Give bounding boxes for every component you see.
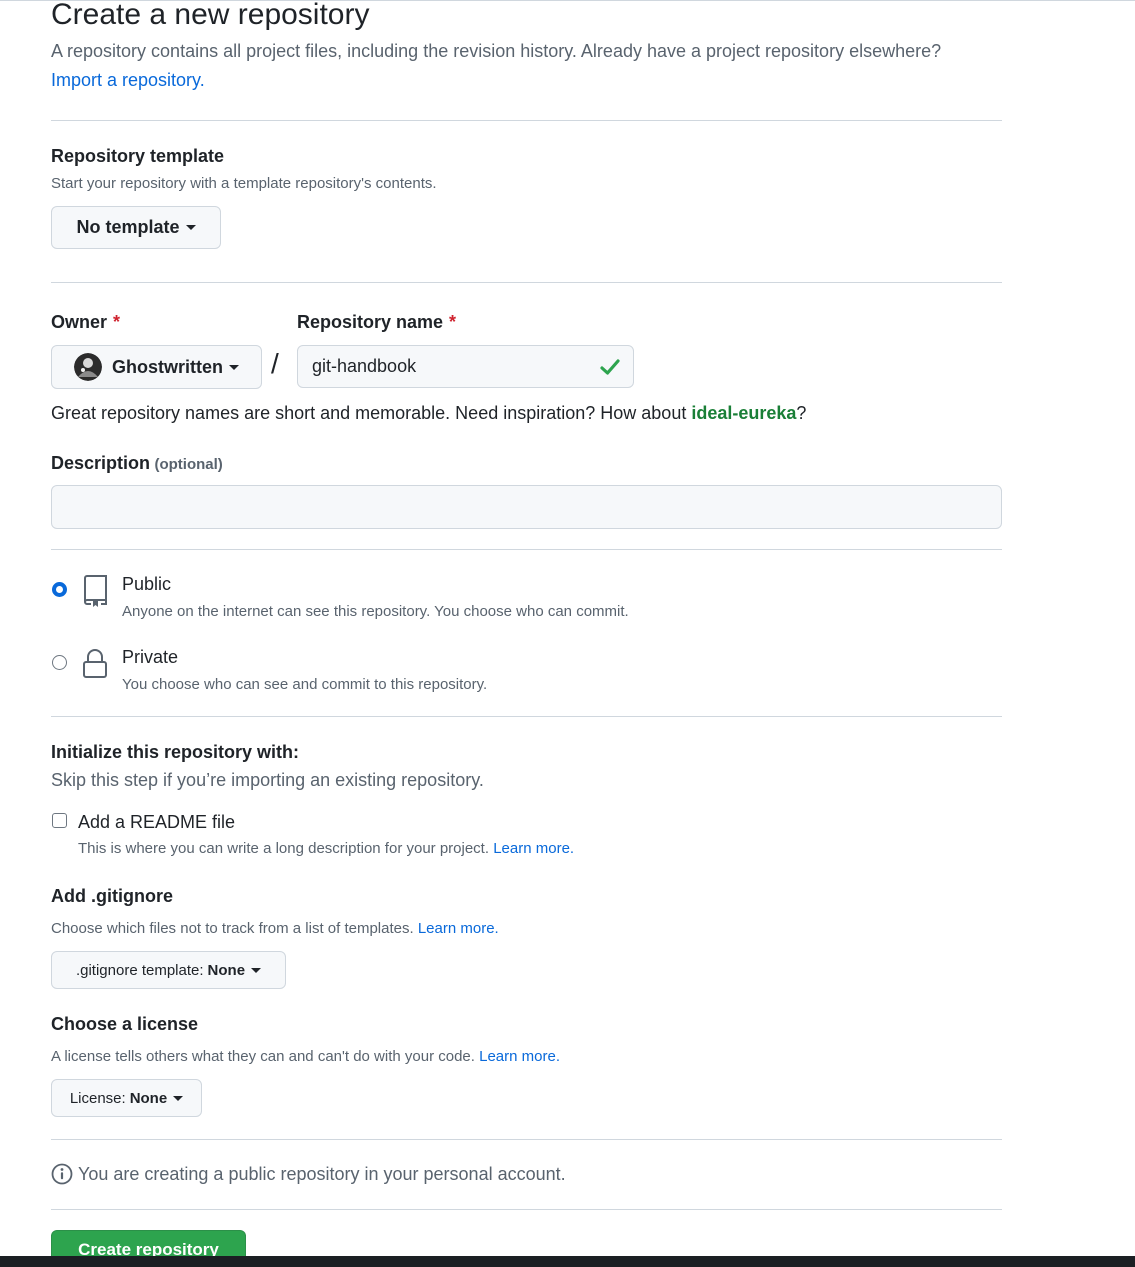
public-radio[interactable] [52, 582, 67, 597]
description-label-text: Description [51, 453, 151, 473]
owner-select-button[interactable]: Ghostwritten [51, 345, 262, 389]
repo-icon [82, 575, 108, 612]
public-title: Public [122, 574, 172, 594]
lock-icon [82, 649, 108, 684]
repo-name-label: Repository name * [297, 312, 456, 333]
license-button-prefix: License: [69, 1089, 126, 1107]
readme-note: This is where you can write a long descr… [78, 840, 574, 857]
chevron-down-icon [173, 1095, 184, 1101]
initialize-title: Initialize this repository with: [51, 742, 300, 762]
gitignore-title: Add .gitignore [51, 886, 173, 906]
info-message: You are creating a public repository in … [51, 1163, 566, 1185]
license-learn-more-link[interactable]: Learn more. [479, 1048, 560, 1065]
readme-checkbox[interactable] [52, 813, 67, 828]
page-subtitle: A repository contains all project files,… [51, 41, 942, 61]
divider [51, 1209, 1002, 1210]
divider [51, 282, 1002, 283]
private-radio[interactable] [52, 655, 67, 670]
suggestion-text: Great repository names are short and mem… [51, 403, 692, 423]
license-select-button[interactable]: License: None [51, 1079, 202, 1117]
template-button-label: No template [76, 217, 180, 237]
optional-tag: (optional) [154, 456, 223, 473]
description-input[interactable] [51, 485, 1002, 529]
readme-note-text: This is where you can write a long descr… [78, 840, 490, 857]
license-note-text: A license tells others what they can and… [51, 1048, 475, 1065]
taskbar-edge [0, 1256, 1135, 1267]
owner-label-text: Owner [51, 312, 108, 332]
owner-value: Ghostwritten [112, 356, 223, 377]
check-icon [599, 356, 621, 383]
chevron-down-icon [229, 364, 239, 370]
required-mark: * [113, 312, 121, 332]
public-note: Anyone on the internet can see this repo… [122, 603, 629, 620]
chevron-down-icon [251, 967, 262, 973]
license-title: Choose a license [51, 1014, 199, 1034]
owner-repo-separator: / [271, 348, 279, 379]
private-title: Private [122, 647, 179, 667]
divider [51, 716, 1002, 717]
name-suggestion: Great repository names are short and mem… [51, 403, 806, 424]
suggestion-suffix: ? [796, 403, 807, 423]
readme-learn-more-link[interactable]: Learn more. [493, 840, 574, 857]
info-text: You are creating a public repository in … [78, 1163, 566, 1184]
gitignore-button-value: None [207, 961, 246, 979]
gitignore-note: Choose which files not to track from a l… [51, 920, 499, 937]
initialize-note: Skip this step if you’re importing an ex… [51, 770, 484, 790]
template-select-button[interactable]: No template [51, 206, 221, 249]
import-repository-link[interactable]: Import a repository. [51, 70, 205, 91]
page-title: Create a new repository [51, 0, 370, 31]
license-note: A license tells others what they can and… [51, 1048, 560, 1065]
owner-label: Owner * [51, 312, 120, 333]
divider [51, 1139, 1002, 1140]
readme-label: Add a README file [78, 812, 236, 832]
gitignore-button-prefix: .gitignore template: [75, 961, 204, 979]
template-label: Repository template [51, 146, 225, 166]
template-note: Start your repository with a template re… [51, 175, 437, 192]
divider [51, 549, 1002, 550]
gitignore-select-button[interactable]: .gitignore template: None [51, 951, 286, 989]
description-label: Description (optional) [51, 453, 223, 474]
suggested-name-link[interactable]: ideal-eureka [691, 403, 796, 423]
required-mark: * [449, 312, 457, 332]
repo-name-input[interactable] [297, 345, 634, 388]
info-icon [51, 1163, 73, 1185]
private-note: You choose who can see and commit to thi… [122, 676, 488, 693]
gitignore-learn-more-link[interactable]: Learn more. [418, 920, 499, 937]
divider [51, 120, 1002, 121]
repo-name-label-text: Repository name [297, 312, 444, 332]
license-button-value: None [129, 1089, 168, 1107]
avatar-icon [74, 353, 102, 381]
gitignore-note-text: Choose which files not to track from a l… [51, 920, 414, 937]
chevron-down-icon [185, 225, 196, 230]
